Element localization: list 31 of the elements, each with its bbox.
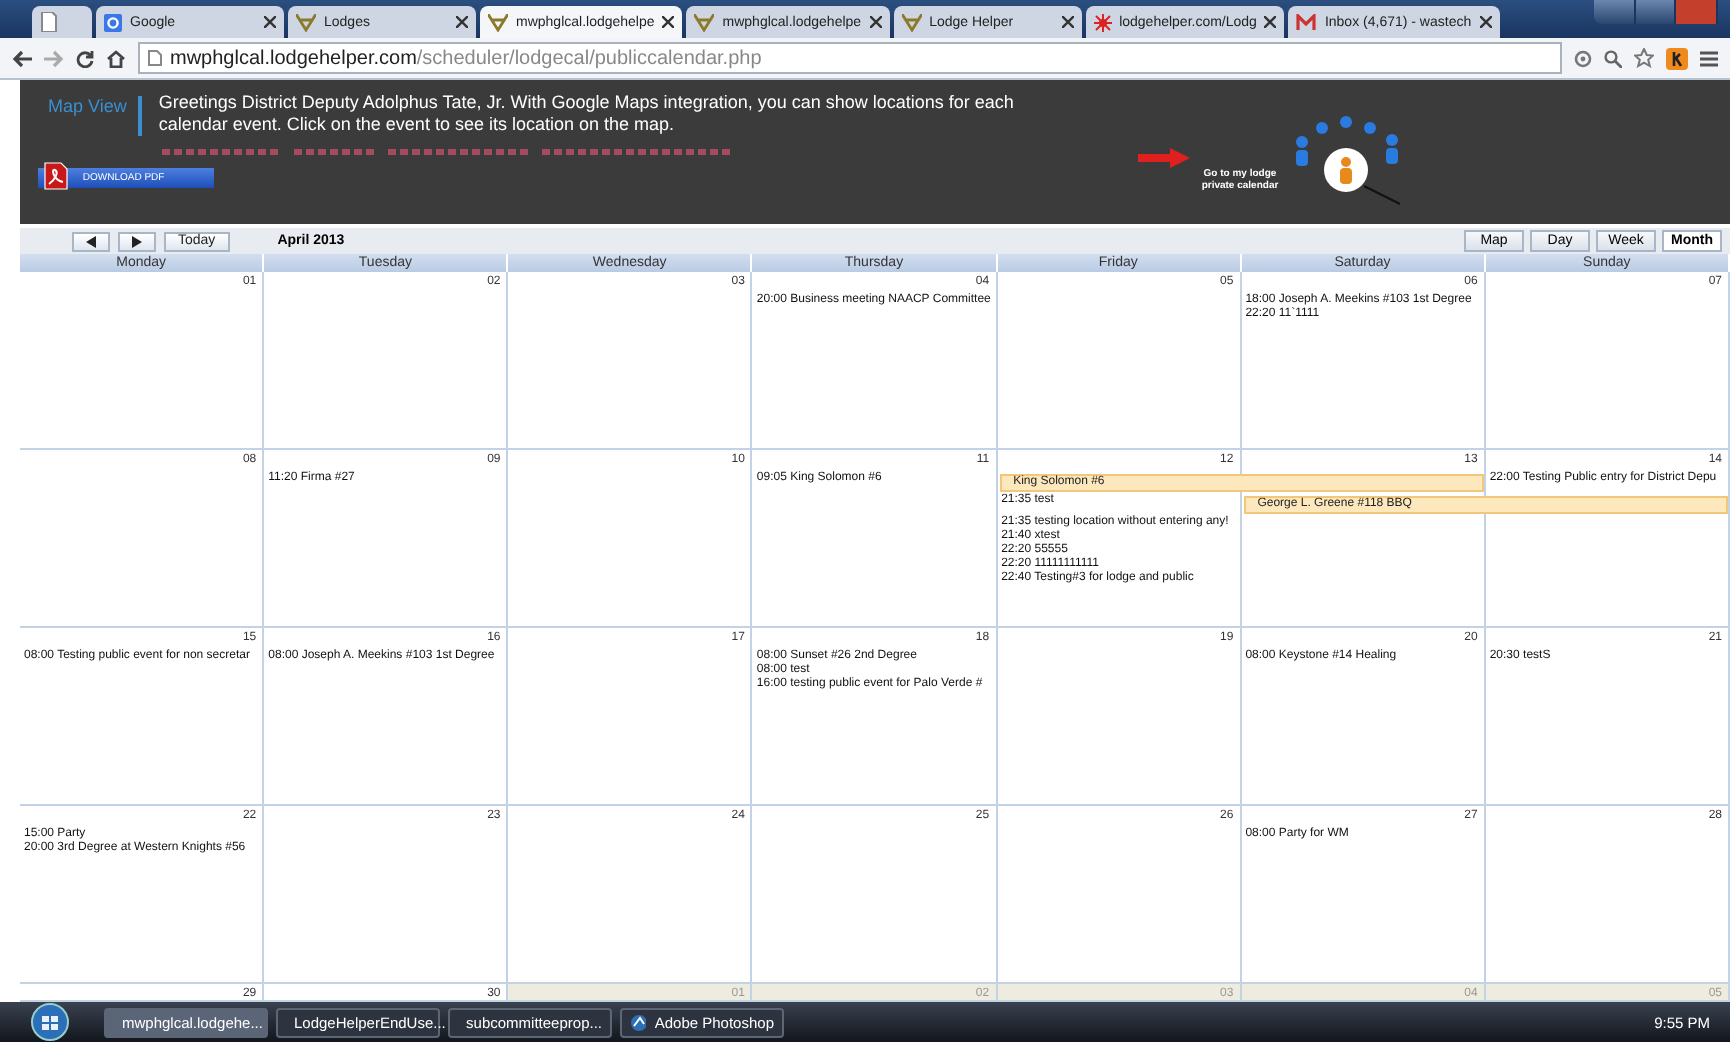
address-field[interactable]: mwphglcal.lodgehelper.com/scheduler/lodgecal/publiccalendar.php — [138, 42, 1562, 75]
reload-icon[interactable] — [76, 49, 94, 68]
extension-icon[interactable] — [1666, 47, 1688, 70]
close-icon[interactable] — [662, 16, 675, 29]
home-icon[interactable] — [106, 49, 126, 68]
page-icon — [40, 12, 58, 33]
close-icon[interactable] — [1264, 16, 1277, 29]
close-icon[interactable] — [869, 16, 882, 29]
photoshop-icon — [630, 1013, 647, 1031]
pdf-icon — [44, 161, 69, 190]
location-icon[interactable] — [1574, 49, 1592, 68]
close-icon[interactable] — [264, 16, 276, 29]
previous-button[interactable] — [72, 231, 110, 252]
right-triangle-icon — [132, 235, 142, 248]
arrow-icon — [1138, 148, 1190, 169]
burst-icon — [1093, 13, 1112, 32]
greeting-text: Greetings District Deputy Adolphus Tate, Jr. With Google Maps integration, you can show locations for each calendar event. Click on the event to see its location on the map. — [158, 91, 1016, 136]
close-icon[interactable] — [1061, 16, 1074, 29]
back-icon[interactable] — [12, 49, 32, 68]
window-controls[interactable] — [1594, 0, 1718, 24]
page-icon — [148, 50, 162, 67]
mail-icon — [1296, 14, 1317, 31]
left-triangle-icon — [86, 235, 96, 248]
close-icon[interactable] — [1479, 16, 1492, 29]
google-icon — [104, 13, 122, 32]
close-icon[interactable] — [456, 16, 468, 29]
browser-tab[interactable] — [32, 6, 92, 39]
search-icon[interactable] — [1604, 49, 1622, 68]
next-button[interactable] — [118, 231, 156, 252]
star-icon[interactable] — [1634, 48, 1654, 69]
menu-icon[interactable] — [1700, 49, 1718, 68]
